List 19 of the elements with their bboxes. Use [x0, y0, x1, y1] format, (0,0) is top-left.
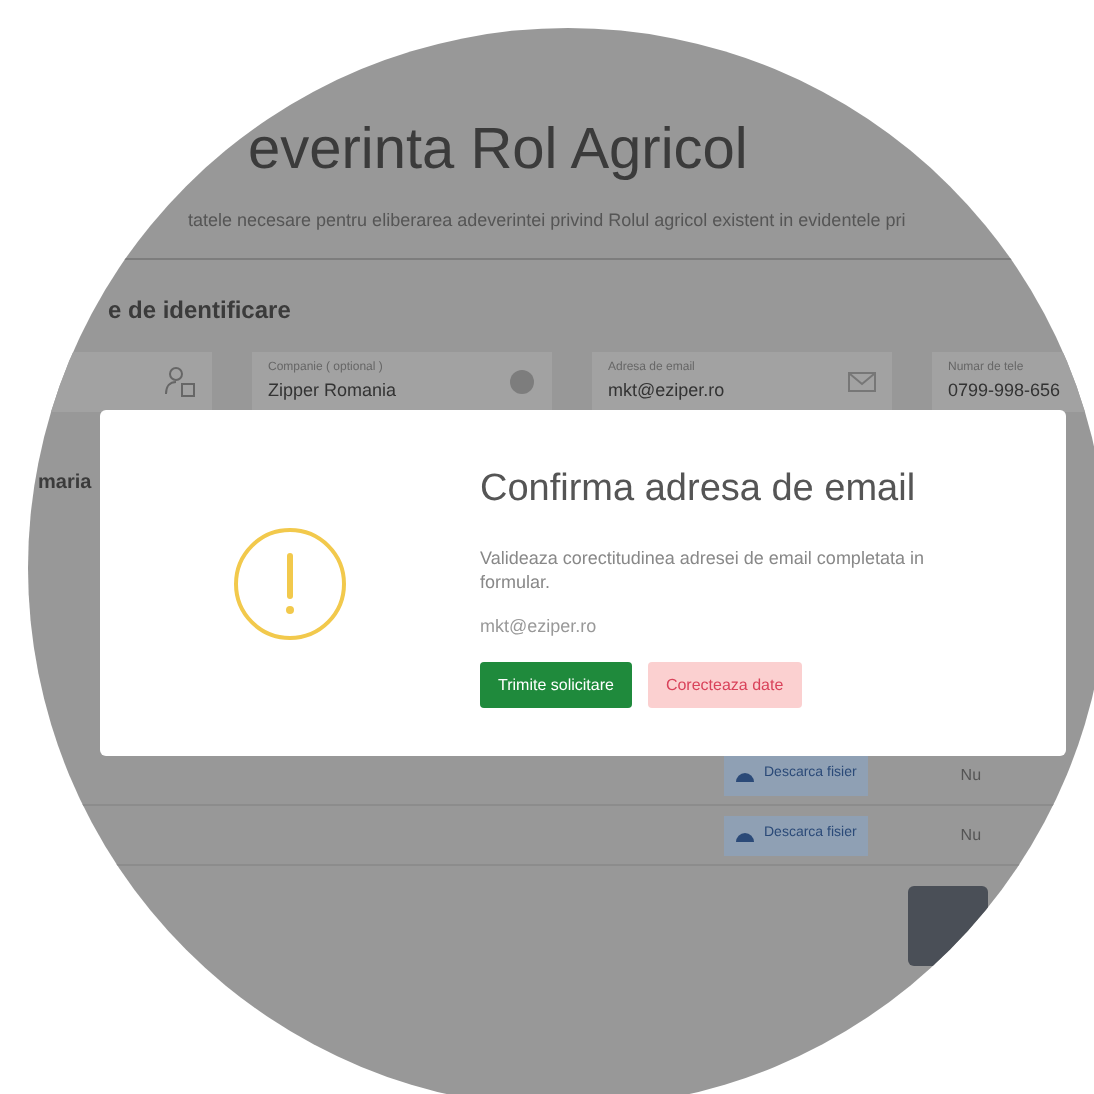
field-value: mkt@eziper.ro: [608, 377, 725, 404]
submit-button[interactable]: Trimite solicitare: [480, 662, 632, 708]
envelope-icon: [848, 372, 876, 392]
section-heading: e de identificare: [108, 294, 291, 328]
correct-button[interactable]: Corecteaza date: [647, 662, 802, 708]
field-value: Zipper Romania: [268, 377, 397, 404]
cloud-icon: [736, 829, 754, 841]
modal-title: Confirma adresa de email: [480, 466, 918, 514]
table-cell: Nu: [960, 823, 982, 847]
page-subtitle: tatele necesare pentru eliberarea adeverintei privind Rolul agricol existent in evidentele pri: [188, 207, 906, 234]
warning-icon: [230, 523, 350, 643]
modal-message: Valideaza corectitudinea adresei de email completata in formular.: [480, 545, 926, 593]
email-text: mkt@eziper.ro: [480, 613, 599, 640]
person-icon: [164, 366, 196, 398]
field-value: 0799-998-656: [948, 377, 1061, 404]
table-cell: Nu: [960, 763, 982, 787]
section-heading: maria: [38, 470, 92, 498]
page-title: everinta Rol Agricol: [248, 116, 748, 186]
cloud-icon: [736, 769, 754, 781]
